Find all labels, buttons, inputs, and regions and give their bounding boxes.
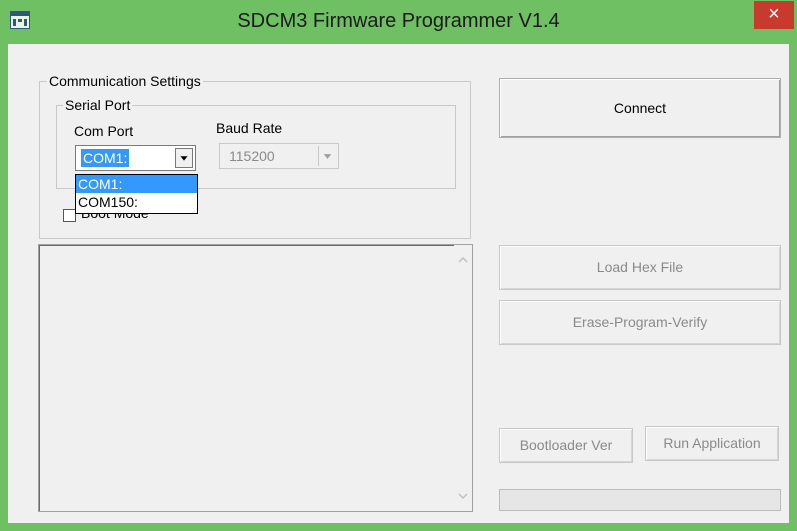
serial-port-label: Serial Port xyxy=(63,97,133,113)
load-hex-file-button[interactable]: Load Hex File xyxy=(499,245,781,290)
baud-rate-select[interactable]: 115200 xyxy=(219,143,339,169)
close-button[interactable]: × xyxy=(754,1,794,29)
connect-button[interactable]: Connect xyxy=(499,78,781,138)
close-icon: × xyxy=(768,3,780,25)
log-output[interactable] xyxy=(38,244,473,512)
window-title: SDCM3 Firmware Programmer V1.4 xyxy=(237,10,560,32)
com-port-select[interactable]: COM1: xyxy=(75,145,196,171)
com-port-dropdown-list[interactable]: COM1: COM150: xyxy=(75,174,198,214)
scroll-down-icon[interactable] xyxy=(454,487,472,505)
communication-settings-label: Communication Settings xyxy=(47,73,203,89)
chevron-down-icon xyxy=(318,146,332,166)
com-port-label: Com Port xyxy=(74,123,134,139)
title-bar[interactable]: SDCM3 Firmware Programmer V1.4 × xyxy=(0,0,797,44)
run-application-button[interactable]: Run Application xyxy=(645,426,779,461)
com-port-option[interactable]: COM1: xyxy=(76,175,197,193)
baud-rate-label: Baud Rate xyxy=(216,120,283,136)
log-scrollbar[interactable] xyxy=(454,245,472,511)
com-port-option[interactable]: COM150: xyxy=(76,193,197,211)
progress-bar xyxy=(499,489,781,511)
chevron-down-icon[interactable] xyxy=(175,148,193,168)
com-port-value: COM1: xyxy=(81,149,130,167)
erase-program-verify-button[interactable]: Erase-Program-Verify xyxy=(499,300,781,345)
client-area: Communication Settings Serial Port Com P… xyxy=(8,44,789,523)
communication-settings-group: Communication Settings Serial Port Com P… xyxy=(39,73,471,239)
app-window: SDCM3 Firmware Programmer V1.4 × Communi… xyxy=(0,0,797,531)
baud-rate-value: 115200 xyxy=(229,148,275,164)
scroll-up-icon[interactable] xyxy=(454,251,472,269)
bootloader-ver-button[interactable]: Bootloader Ver xyxy=(499,428,633,463)
